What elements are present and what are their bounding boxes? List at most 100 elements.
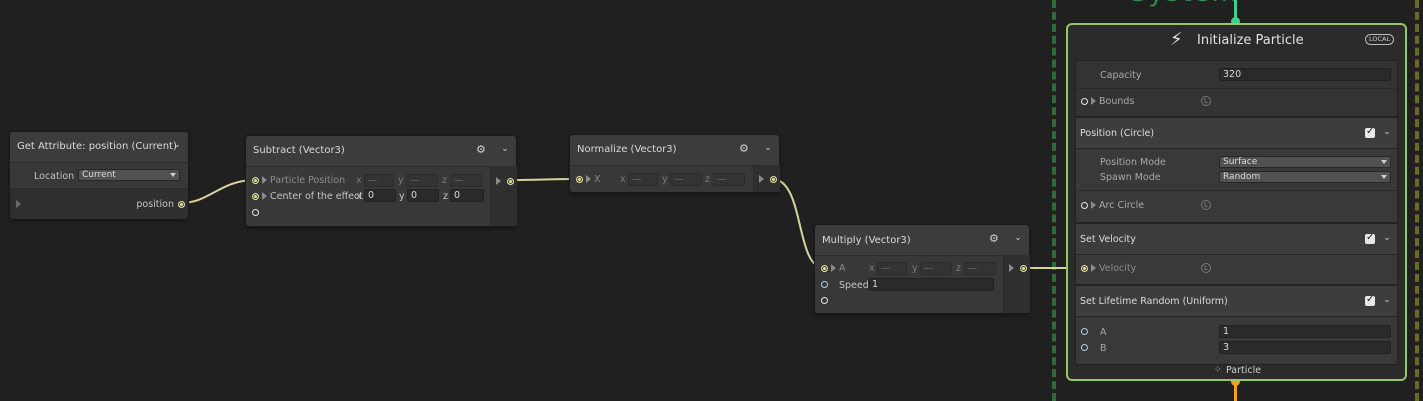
input-port-b[interactable]: [252, 193, 259, 200]
expand-icon[interactable]: [16, 200, 21, 208]
input-b-x-field[interactable]: 0: [364, 189, 396, 202]
a-x-field: —: [877, 262, 907, 275]
lightning-icon: ⚡: [1170, 29, 1183, 50]
chevron-down-icon[interactable]: ⌄: [763, 143, 773, 153]
block-header[interactable]: Position (Circle) ⌄: [1076, 118, 1397, 149]
context-settings: Capacity 320 Bounds L: [1075, 60, 1398, 117]
axis-z-label: z: [443, 191, 448, 202]
capacity-field[interactable]: 320: [1219, 68, 1391, 81]
axis-z-label: z: [705, 174, 710, 185]
arc-circle-port[interactable]: [1081, 202, 1088, 209]
input-port-empty[interactable]: [821, 297, 828, 304]
gear-icon[interactable]: ⚙: [476, 143, 488, 156]
b-field[interactable]: 3: [1219, 341, 1391, 354]
a-port[interactable]: [1081, 328, 1088, 335]
axis-y-label: y: [912, 263, 918, 274]
input-a-x-field: —: [364, 174, 394, 187]
expand-icon[interactable]: [831, 264, 836, 272]
output-port[interactable]: [770, 176, 777, 183]
axis-y-label: y: [399, 191, 405, 202]
input-port-empty[interactable]: [252, 209, 259, 216]
input-b-label: Center of the effect: [270, 191, 363, 202]
context-title: Initialize Particle: [1197, 33, 1304, 48]
bounds-port[interactable]: [1081, 98, 1088, 105]
chevron-down-icon[interactable]: ⌄: [1013, 233, 1023, 243]
axis-x-label: x: [620, 174, 626, 185]
input-b-z-field[interactable]: 0: [450, 189, 484, 202]
speed-field[interactable]: 1: [868, 278, 994, 291]
expand-icon[interactable]: [586, 175, 591, 183]
velocity-port[interactable]: [1081, 265, 1088, 272]
enable-checkbox[interactable]: [1365, 126, 1375, 138]
spawn-mode-dropdown[interactable]: Random: [1219, 171, 1391, 183]
expand-icon[interactable]: [759, 175, 764, 183]
set-lifetime-block[interactable]: Set Lifetime Random (Uniform) ⌄ A 1 B 3: [1075, 285, 1398, 365]
input-port-speed[interactable]: [821, 281, 828, 288]
local-space-icon[interactable]: L: [1201, 200, 1211, 210]
expand-icon[interactable]: [1091, 264, 1096, 272]
input-port-a[interactable]: [821, 265, 828, 272]
gear-icon[interactable]: ⚙: [989, 232, 1001, 245]
enable-checkbox[interactable]: [1365, 232, 1375, 244]
expand-icon[interactable]: [496, 177, 501, 185]
block-header[interactable]: Set Lifetime Random (Uniform) ⌄: [1076, 286, 1397, 317]
input-port-a[interactable]: [252, 177, 259, 184]
initialize-particle-context[interactable]: ⚡ Initialize Particle LOCAL Capacity 320…: [1066, 23, 1407, 381]
a-y-field: —: [920, 262, 952, 275]
node-header[interactable]: Normalize (Vector3) ⚙ ⌄: [570, 135, 779, 166]
speed-label: Speed: [839, 280, 869, 291]
arc-circle-label: Arc Circle: [1099, 200, 1145, 211]
chevron-down-icon[interactable]: ⌄: [1382, 295, 1392, 305]
output-port[interactable]: [1020, 265, 1027, 272]
output-label: position: [136, 199, 174, 210]
axis-z-label: z: [956, 263, 961, 274]
output-area: [490, 166, 517, 226]
input-a-label: Particle Position: [270, 175, 346, 186]
space-badge[interactable]: LOCAL: [1365, 34, 1395, 45]
gear-icon[interactable]: ⚙: [739, 142, 751, 155]
chevron-down-icon[interactable]: ⌄: [1382, 233, 1392, 243]
position-mode-value: Surface: [1223, 157, 1258, 167]
expand-icon[interactable]: [1091, 97, 1096, 105]
get-attribute-node[interactable]: Get Attribute: position (Current) ⌄ Loca…: [10, 132, 188, 219]
node-title: Get Attribute: position (Current): [17, 141, 177, 152]
enable-checkbox[interactable]: [1365, 294, 1375, 306]
input-port-x[interactable]: [576, 176, 583, 183]
location-dropdown[interactable]: Current: [78, 169, 180, 181]
a-field[interactable]: 1: [1219, 325, 1391, 338]
system-border-dashed-right: [1415, 0, 1419, 401]
chevron-down-icon[interactable]: ⌄: [172, 140, 182, 150]
footer-label: Particle: [1226, 365, 1262, 376]
chevron-down-icon[interactable]: ⌄: [1382, 127, 1392, 137]
b-label: B: [1100, 343, 1107, 354]
local-space-icon[interactable]: L: [1201, 96, 1211, 106]
node-header[interactable]: Get Attribute: position (Current) ⌄: [10, 132, 188, 163]
position-mode-dropdown[interactable]: Surface: [1219, 156, 1391, 168]
a-z-field: —: [964, 262, 996, 275]
b-port[interactable]: [1081, 344, 1088, 351]
node-header[interactable]: Multiply (Vector3) ⚙ ⌄: [815, 225, 1029, 256]
bounds-label: Bounds: [1099, 96, 1135, 107]
set-velocity-block[interactable]: Set Velocity ⌄ Velocity L: [1075, 223, 1398, 285]
capacity-label: Capacity: [1100, 70, 1142, 81]
expand-icon[interactable]: [262, 192, 267, 200]
expand-icon[interactable]: [1009, 264, 1014, 272]
local-space-icon[interactable]: L: [1201, 263, 1211, 273]
spawn-mode-value: Random: [1223, 172, 1261, 182]
expand-icon[interactable]: [1091, 201, 1096, 209]
chevron-down-icon[interactable]: ⌄: [500, 144, 510, 154]
expand-icon[interactable]: [262, 176, 267, 184]
output-area: [753, 165, 780, 192]
subtract-node[interactable]: Subtract (Vector3) ⚙ ⌄ Particle Position…: [246, 136, 517, 226]
block-header[interactable]: Set Velocity ⌄: [1076, 224, 1397, 255]
input-b-y-field[interactable]: 0: [407, 189, 439, 202]
location-label: Location: [34, 171, 75, 182]
output-port[interactable]: [178, 201, 185, 208]
y-field: —: [670, 173, 702, 186]
node-header[interactable]: Subtract (Vector3) ⚙ ⌄: [246, 136, 516, 167]
position-circle-block[interactable]: Position (Circle) ⌄ Position Mode Surfac…: [1075, 117, 1398, 223]
normalize-node[interactable]: Normalize (Vector3) ⚙ ⌄ X x — y — z —: [570, 135, 780, 192]
output-port[interactable]: [507, 178, 514, 185]
multiply-node[interactable]: Multiply (Vector3) ⚙ ⌄ A x — y — z — Spe…: [815, 225, 1030, 313]
block-title: Position (Circle): [1080, 128, 1155, 139]
